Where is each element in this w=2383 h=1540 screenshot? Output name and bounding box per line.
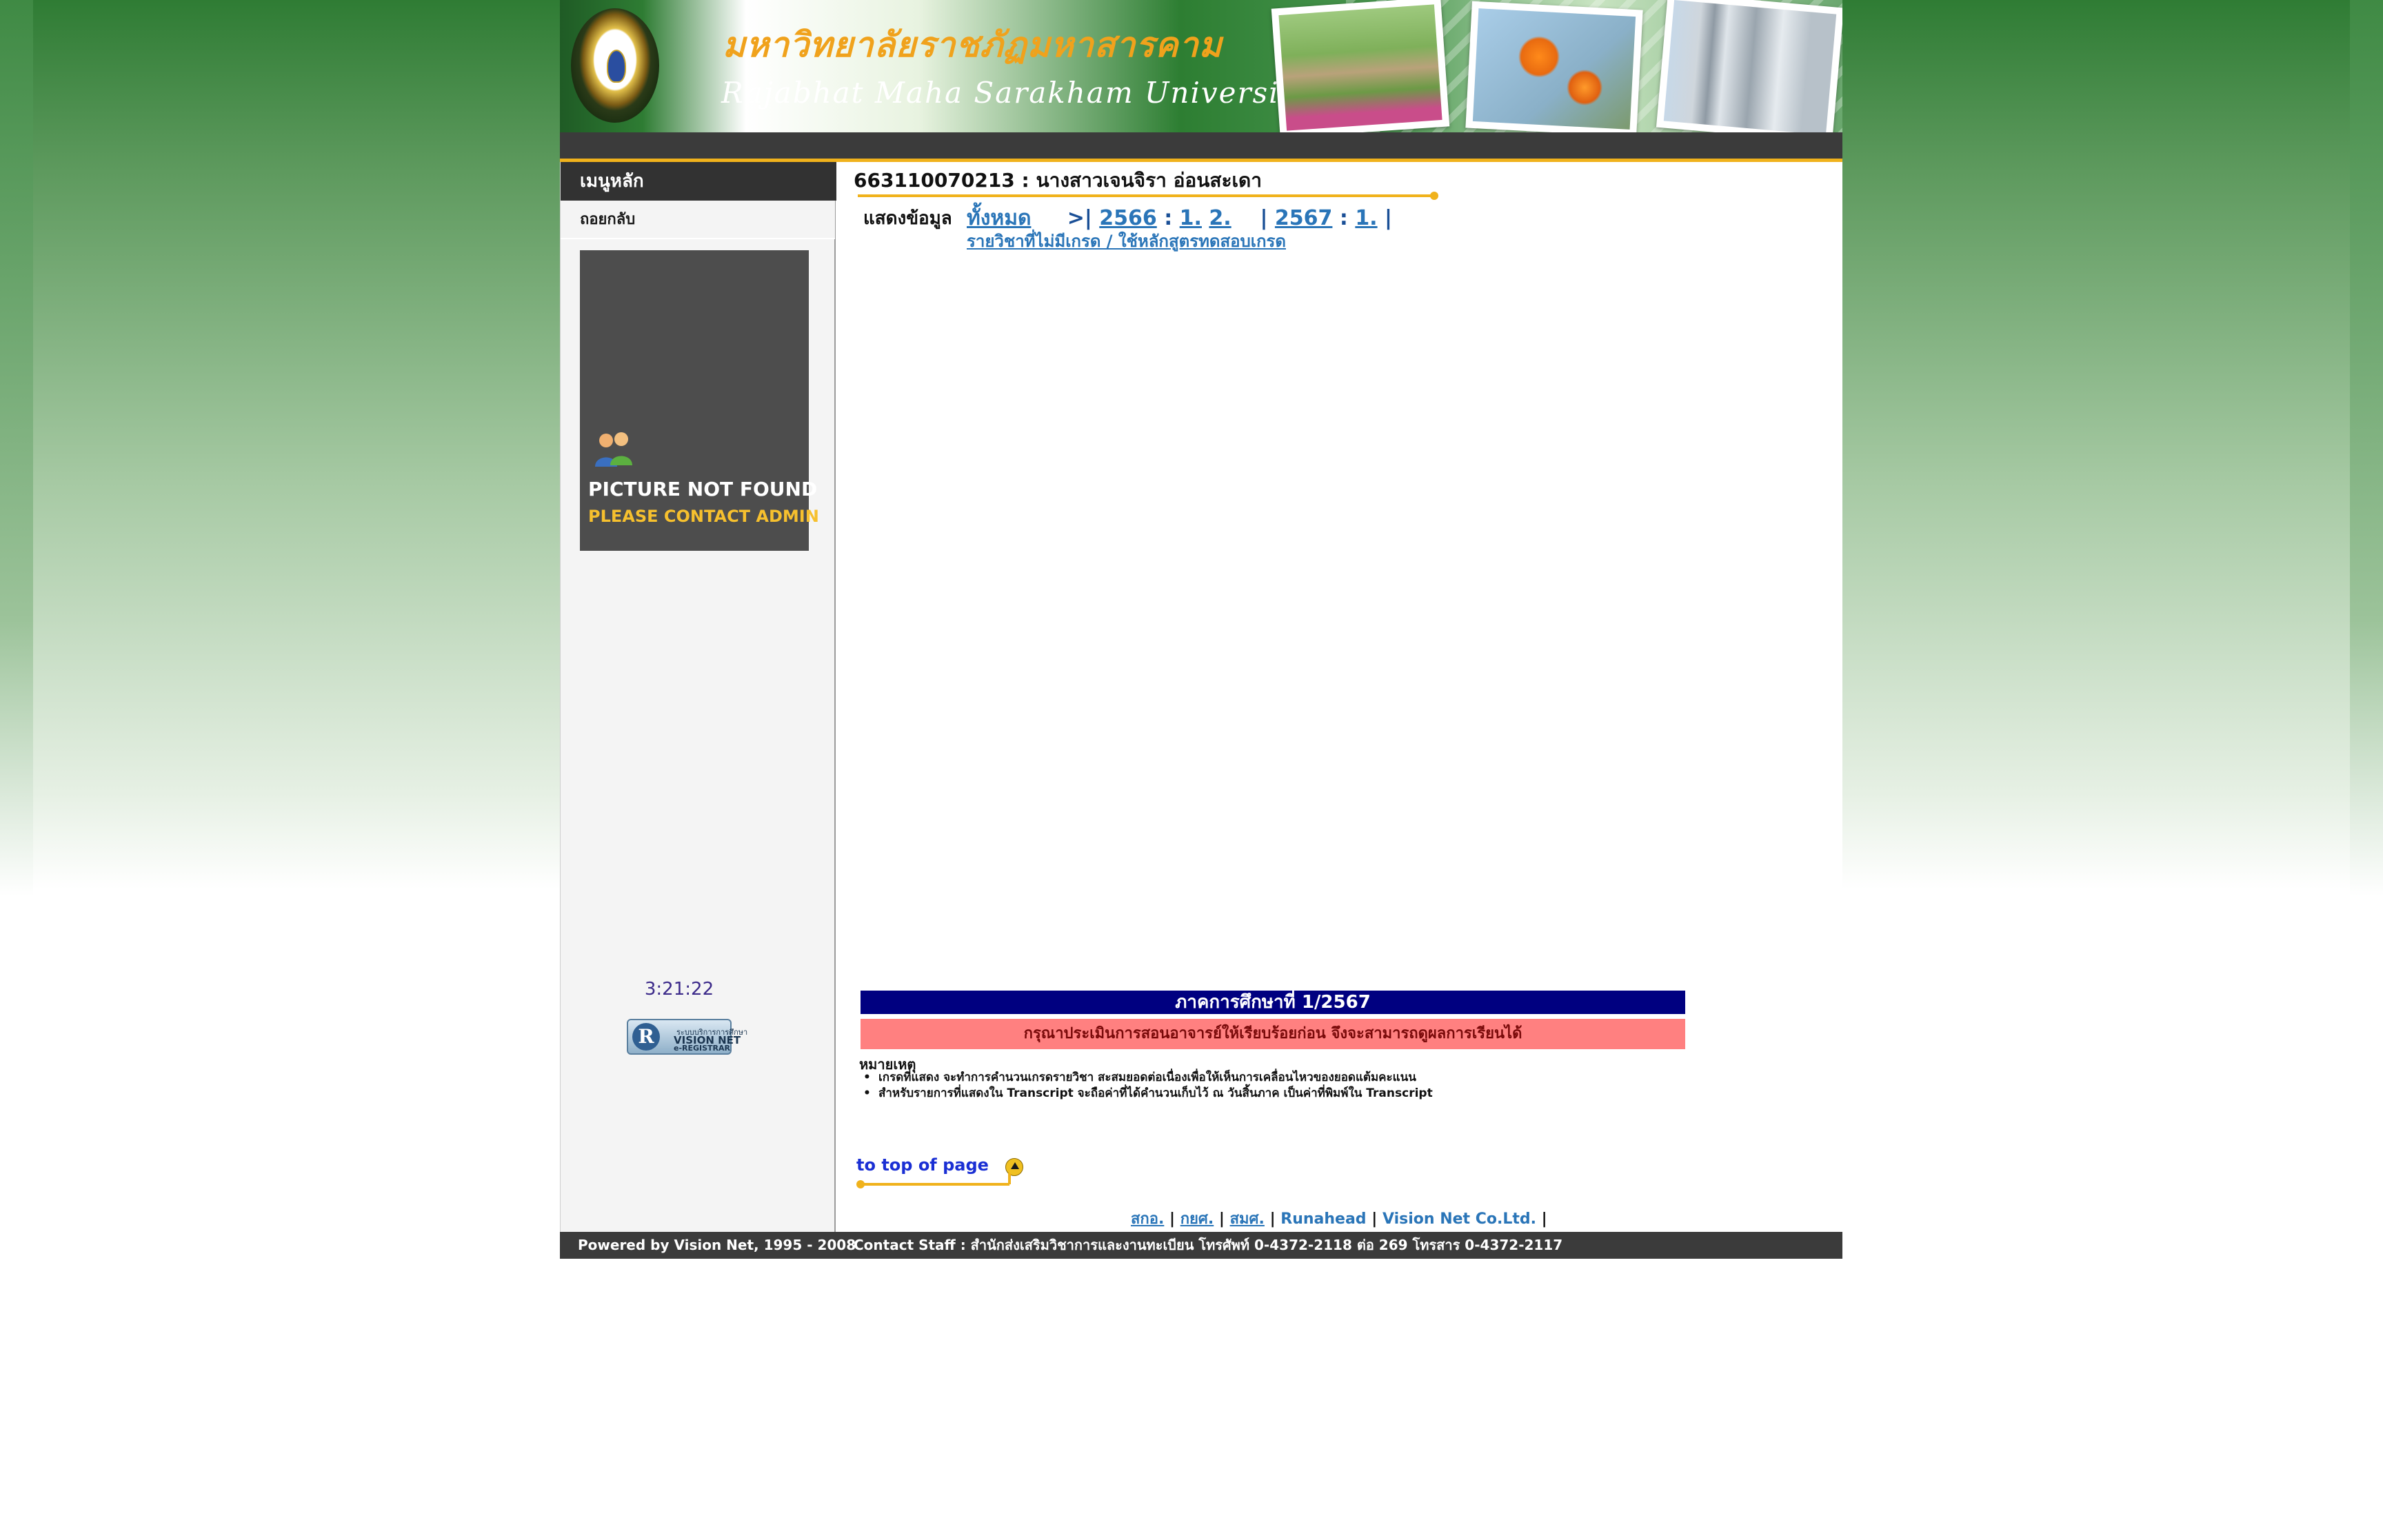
filter-colon: : <box>1164 206 1173 230</box>
logo-emblem-icon <box>607 50 626 83</box>
filter-all-link[interactable]: ทั้งหมด <box>967 206 1031 230</box>
contact-staff-text: Contact Staff : สำนักส่งเสริมวิชาการและง… <box>854 1237 1563 1253</box>
banner-photo-building <box>1656 0 1842 132</box>
footer-links: สกอ. | กยศ. | สมศ. | Runahead | Vision N… <box>1131 1210 1547 1228</box>
footer-link-ohec[interactable]: สกอ. <box>1131 1210 1164 1228</box>
filter-2566-term-2-link[interactable]: 2. <box>1209 206 1231 230</box>
sidebar-menu-title: เมนูหลัก <box>561 162 836 201</box>
to-top-label: to top of page <box>856 1155 989 1175</box>
term-header: ภาคการศึกษาที่ 1/2567 <box>861 991 1685 1014</box>
banner-photo-flowers <box>1465 1 1643 132</box>
registrar-logo-icon: R <box>632 1023 660 1051</box>
header-banner: มหาวิทยาลัยราชภัฏมหาสารคาม Rajabhat Maha… <box>560 0 1842 132</box>
show-data-label: แสดงข้อมูล <box>863 208 952 229</box>
student-photo-placeholder: PICTURE NOT FOUND PLEASE CONTACT ADMIN <box>580 250 819 551</box>
no-grade-courses-link[interactable]: รายวิชาที่ไม่มีเกรด / ใช้หลักสูตรทดสอบเก… <box>967 227 1286 254</box>
footer-link-vision-net[interactable]: Vision Net Co.Ltd. <box>1382 1210 1536 1228</box>
university-logo <box>571 8 659 123</box>
badge-caption-bottom: e-REGISTRAR <box>674 1044 731 1053</box>
sidebar: เมนูหลัก ถอยกลับ PICTURE NOT FOUND PLEAS… <box>560 162 836 1232</box>
picture-not-found-text: PICTURE NOT FOUND <box>588 478 818 500</box>
note-item: เกรดที่แสดง จะทำการคำนวนเกรดรายวิชา สะสม… <box>859 1070 1433 1086</box>
powered-by-text: Powered by Vision Net, 1995 - 2008 <box>578 1237 856 1253</box>
university-title-thai: มหาวิทยาลัยราชภัฏมหาสารคาม <box>723 24 1223 65</box>
page-container: มหาวิทยาลัยราชภัฏมหาสารคาม Rajabhat Maha… <box>560 0 1842 1259</box>
notes-list: เกรดที่แสดง จะทำการคำนวนเกรดรายวิชา สะสม… <box>859 1070 1433 1102</box>
heading-underline <box>858 194 1434 197</box>
filter-separator: | <box>1260 206 1268 230</box>
filter-colon: : <box>1339 206 1348 230</box>
student-heading: 663110070213 : นางสาวเจนจิรา อ่อนสะเดา <box>854 169 1262 192</box>
footer-bar: Powered by Vision Net, 1995 - 2008 Conta… <box>560 1232 1842 1259</box>
background-edge-left <box>0 0 33 1262</box>
banner-photo-garden <box>1271 0 1450 132</box>
university-title-english: Rajabhat Maha Sarakham University <box>721 76 1311 110</box>
filter-2567-term-1-link[interactable]: 1. <box>1355 206 1377 230</box>
sidebar-item-back[interactable]: ถอยกลับ <box>561 201 835 239</box>
background-lower <box>0 1262 2383 1540</box>
footer-link-runahead[interactable]: Runahead <box>1280 1210 1366 1228</box>
filter-separator: | <box>1385 206 1393 230</box>
note-item: สำหรับรายการที่แสดงใน Transcript จะถือค่… <box>859 1086 1433 1102</box>
to-top-link[interactable]: to top of page <box>856 1155 1029 1188</box>
clock: 3:21:22 <box>644 979 714 1000</box>
background-edge-right <box>2350 0 2383 1262</box>
heading-underline-dot <box>1430 192 1438 200</box>
top-dark-bar <box>560 132 1842 162</box>
filter-year-2567-link[interactable]: 2567 <box>1275 206 1333 230</box>
contact-admin-text: PLEASE CONTACT ADMIN <box>588 507 819 526</box>
to-top-underline-tick <box>1008 1173 1011 1184</box>
filter-current-marker: >| <box>1067 206 1092 230</box>
footer-link-onesqa[interactable]: สมศ. <box>1230 1210 1265 1228</box>
to-top-underline <box>861 1183 1009 1186</box>
filter-2566-term-1-link[interactable]: 1. <box>1180 206 1202 230</box>
footer-link-student-loan[interactable]: กยศ. <box>1180 1210 1214 1228</box>
evaluation-warning: กรุณาประเมินการสอนอาจารย์ให้เรียบร้อยก่อ… <box>861 1019 1685 1049</box>
users-icon <box>595 432 632 467</box>
vision-net-registrar-badge[interactable]: R ระบบบริการการศึกษา VISION NET e-REGIST… <box>627 1019 747 1055</box>
filter-year-2566-link[interactable]: 2566 <box>1099 206 1157 230</box>
